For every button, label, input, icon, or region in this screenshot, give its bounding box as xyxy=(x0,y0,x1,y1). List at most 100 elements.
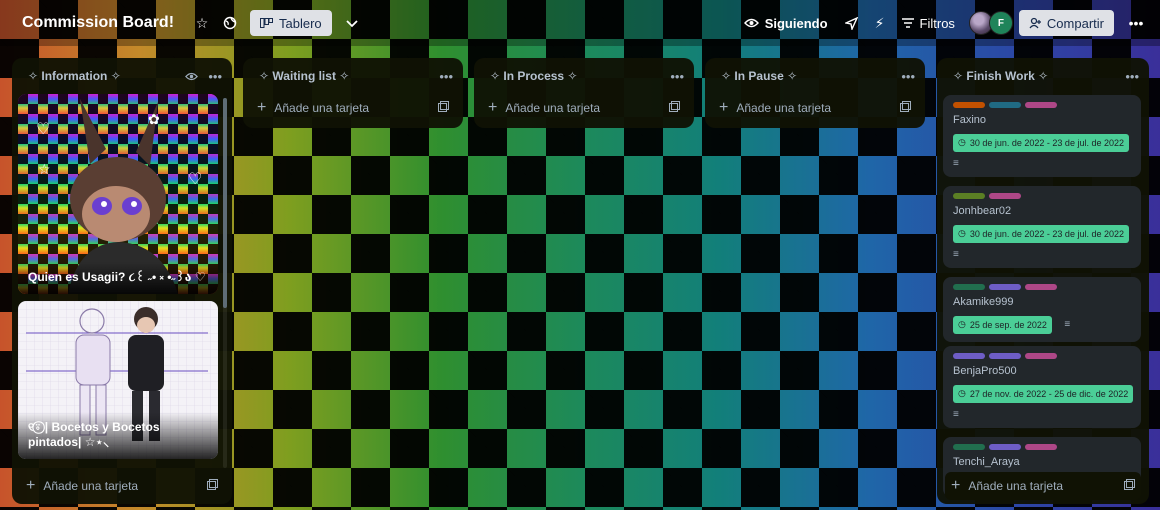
label[interactable] xyxy=(953,353,985,359)
list-actions-icon[interactable]: ••• xyxy=(1125,69,1139,84)
list-waiting: ✧ Waiting list ✧ ••• + Añade una tarjeta xyxy=(243,58,463,128)
card-labels xyxy=(953,353,1131,359)
follow-button[interactable]: Siguiendo xyxy=(734,9,838,37)
list-actions-icon[interactable]: ••• xyxy=(670,69,684,84)
board-header: Commission Board! ☆ Tablero Siguiendo ⚡ … xyxy=(0,0,1160,46)
add-card-label: Añade una tarjeta xyxy=(968,479,1064,493)
globe-icon[interactable] xyxy=(216,9,244,37)
list-header[interactable]: ✧ Finish Work ✧ ••• xyxy=(937,58,1149,94)
plus-icon: + xyxy=(951,477,961,494)
plus-icon: + xyxy=(488,99,498,116)
description-icon: ≡ xyxy=(1064,319,1071,330)
list-header[interactable]: ✧ Waiting list ✧ ••• xyxy=(243,58,463,94)
due-date-text: 30 de jun. de 2022 - 23 de jul. de 2022 xyxy=(969,137,1124,148)
list-header[interactable]: ✧ In Pause ✧ ••• xyxy=(705,58,925,94)
clock-icon: ◷ xyxy=(958,137,966,147)
due-date-badge[interactable]: ◷ 25 de sep. de 2022 xyxy=(953,315,1052,334)
avatar[interactable]: F xyxy=(988,11,1013,35)
label[interactable] xyxy=(1025,353,1057,359)
member-avatars: F xyxy=(968,11,1013,35)
label[interactable] xyxy=(989,284,1021,290)
list-actions-icon[interactable]: ••• xyxy=(439,69,453,84)
label[interactable] xyxy=(953,444,985,450)
label[interactable] xyxy=(1025,444,1057,450)
chevron-down-icon[interactable] xyxy=(338,9,366,37)
svg-text:♡: ♡ xyxy=(188,171,202,188)
label[interactable] xyxy=(953,284,985,290)
card-akamike999[interactable]: Akamike999 ◷ 25 de sep. de 2022 ≡ xyxy=(943,277,1141,342)
add-card-button[interactable]: + Añade una tarjeta xyxy=(20,472,224,500)
label[interactable] xyxy=(989,353,1021,359)
card-title: ୧⍤⃝ | Bocetos y Bocetos pintados| ☆⋆⸜ xyxy=(18,411,218,459)
list-title[interactable]: ✧ In Process ✧ xyxy=(490,69,660,83)
filter-label: Filtros xyxy=(919,15,955,31)
board-view-label: Tablero xyxy=(279,15,322,31)
board-view-button[interactable]: Tablero xyxy=(250,10,332,36)
card-title: Tenchi_Araya xyxy=(953,456,1020,468)
plus-icon: + xyxy=(26,477,36,494)
card-faxino[interactable]: Faxino ◷ 30 de jun. de 2022 - 23 de jul.… xyxy=(943,95,1141,177)
template-icon[interactable] xyxy=(438,101,449,115)
card-title: Akamike999 xyxy=(953,296,1014,308)
template-icon[interactable] xyxy=(669,101,680,115)
due-date-badge[interactable]: ◷ 30 de jun. de 2022 - 23 de jul. de 202… xyxy=(953,133,1129,152)
card-title: Jonhbear02 xyxy=(953,205,1012,217)
add-card-button[interactable]: + Añade una tarjeta xyxy=(713,94,917,122)
due-date-badge[interactable]: ◷ 30 de jun. de 2022 - 23 de jul. de 202… xyxy=(953,224,1129,243)
more-menu-icon[interactable]: ••• xyxy=(1122,9,1150,37)
list-finish-work: ✧ Finish Work ✧ ••• Faxino ◷ 30 de jun. … xyxy=(937,58,1149,504)
label[interactable] xyxy=(989,444,1021,450)
list-title[interactable]: ✧ Waiting list ✧ xyxy=(259,69,429,83)
card-bocetos[interactable]: ୧⍤⃝ | Bocetos y Bocetos pintados| ☆⋆⸜ xyxy=(18,301,218,459)
label[interactable] xyxy=(1025,284,1057,290)
list-scrollbar[interactable] xyxy=(223,98,227,468)
label[interactable] xyxy=(1025,102,1057,108)
due-date-text: 27 de nov. de 2022 - 25 de dic. de 2022 xyxy=(969,388,1129,399)
clock-icon: ◷ xyxy=(958,388,966,398)
list-title[interactable]: ✧ In Pause ✧ xyxy=(721,69,891,83)
card-usagii[interactable]: ♡ ♡ ☆ ✿ Quien es Usagii? ૮꒰ ˶• ༝ •˶꒱ა ♡ xyxy=(18,94,218,294)
eye-icon xyxy=(743,18,759,28)
board-title[interactable]: Commission Board! xyxy=(22,14,174,32)
lightning-icon[interactable]: ⚡ xyxy=(866,9,894,37)
card-labels xyxy=(953,193,1131,199)
label[interactable] xyxy=(953,102,985,108)
add-card-button[interactable]: + Añade una tarjeta xyxy=(482,94,686,122)
add-card-label: Añade una tarjeta xyxy=(43,479,139,493)
list-in-pause: ✧ In Pause ✧ ••• + Añade una tarjeta xyxy=(705,58,925,128)
filter-icon xyxy=(901,18,914,28)
star-icon[interactable]: ☆ xyxy=(188,9,216,37)
add-person-icon xyxy=(1029,17,1041,29)
list-actions-icon[interactable]: ••• xyxy=(901,69,915,84)
plus-icon: + xyxy=(257,99,267,116)
clock-icon: ◷ xyxy=(958,228,966,238)
due-date-badge[interactable]: ◷ 27 de nov. de 2022 - 25 de dic. de 202… xyxy=(953,384,1133,403)
list-scrollbar-thumb[interactable] xyxy=(223,98,227,308)
list-title[interactable]: ✧ Information ✧ xyxy=(28,69,175,83)
list-header[interactable]: ✧ Information ✧ ••• xyxy=(12,58,232,94)
add-card-button[interactable]: + Añade una tarjeta xyxy=(945,472,1141,500)
rocket-icon[interactable] xyxy=(838,9,866,37)
eye-icon xyxy=(185,69,199,84)
due-date-text: 25 de sep. de 2022 xyxy=(969,319,1047,330)
clock-icon: ◷ xyxy=(958,319,966,329)
label[interactable] xyxy=(953,193,985,199)
list-title[interactable]: ✧ Finish Work ✧ xyxy=(953,69,1115,83)
add-card-label: Añade una tarjeta xyxy=(274,101,370,115)
svg-text:♡: ♡ xyxy=(36,121,50,138)
list-actions-icon[interactable]: ••• xyxy=(208,69,222,84)
label[interactable] xyxy=(989,193,1021,199)
card-jonhbear02[interactable]: Jonhbear02 ◷ 30 de jun. de 2022 - 23 de … xyxy=(943,186,1141,268)
add-card-button[interactable]: + Añade una tarjeta xyxy=(251,94,455,122)
template-icon[interactable] xyxy=(1124,479,1135,493)
list-header[interactable]: ✧ In Process ✧ ••• xyxy=(474,58,694,94)
card-benjapro500[interactable]: BenjaPro500 ◷ 27 de nov. de 2022 - 25 de… xyxy=(943,346,1141,428)
filter-button[interactable]: Filtros xyxy=(894,9,963,37)
label[interactable] xyxy=(989,102,1021,108)
template-icon[interactable] xyxy=(900,101,911,115)
share-button[interactable]: Compartir xyxy=(1018,10,1114,36)
list-in-process: ✧ In Process ✧ ••• + Añade una tarjeta xyxy=(474,58,694,128)
card-title: Quien es Usagii? ૮꒰ ˶• ༝ •˶꒱ა ♡ xyxy=(18,262,218,294)
template-icon[interactable] xyxy=(207,479,218,493)
follow-label: Siguiendo xyxy=(764,15,828,31)
